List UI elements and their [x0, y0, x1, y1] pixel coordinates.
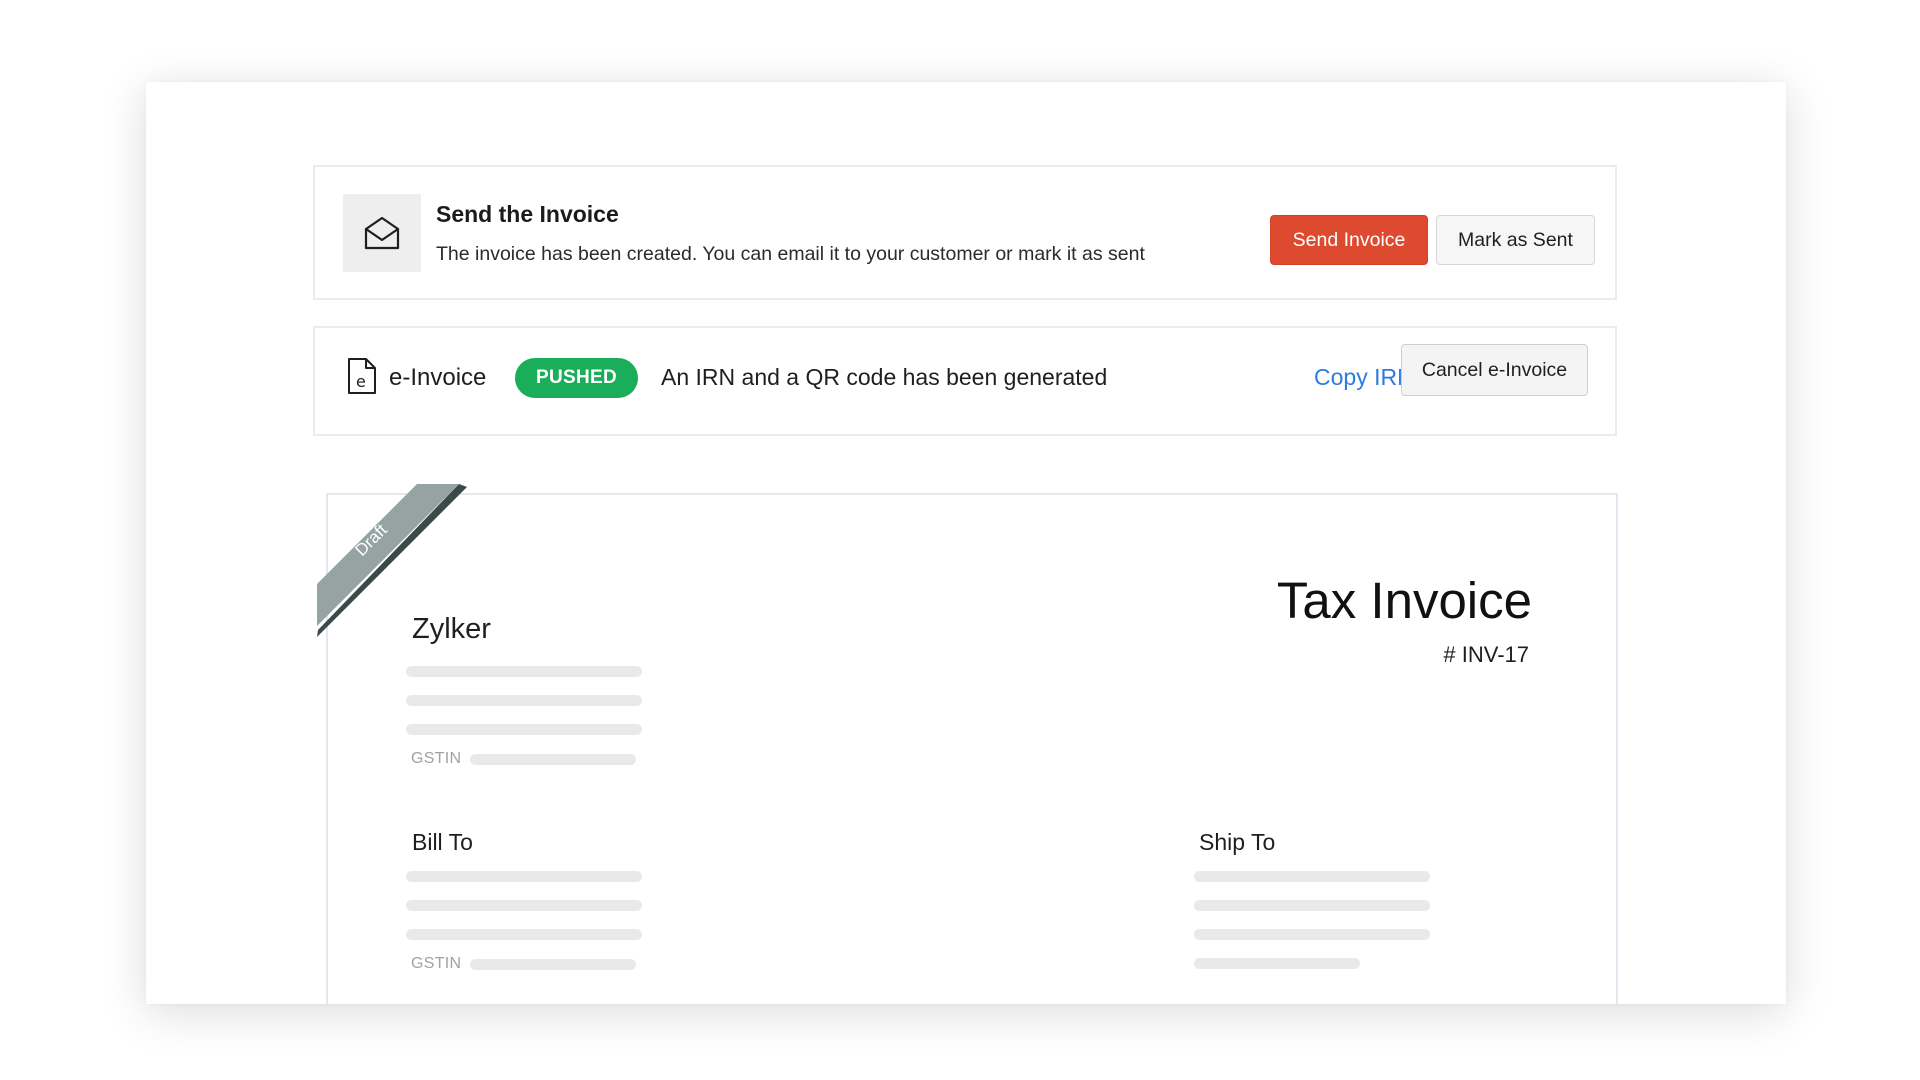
bill-to-placeholder-line — [406, 871, 642, 882]
ship-to-label: Ship To — [1199, 829, 1276, 855]
ship-to-placeholder-line — [1194, 929, 1430, 940]
e-invoice-document-icon: e — [348, 358, 376, 394]
send-invoice-title: Send the Invoice — [436, 201, 619, 227]
invoice-document: Zylker GSTIN Tax Invoice # INV-17 Bill T… — [326, 493, 1618, 1004]
svg-text:e: e — [356, 372, 366, 391]
copy-irn-link[interactable]: Copy IRN — [1314, 364, 1414, 391]
e-invoice-label: e-Invoice — [389, 364, 487, 391]
e-invoice-banner: e e-Invoice PUSHED An IRN and a QR code … — [313, 326, 1617, 436]
send-invoice-description: The invoice has been created. You can em… — [436, 243, 1145, 265]
envelope-open-icon — [343, 194, 421, 272]
gstin-placeholder — [470, 754, 636, 765]
draft-ribbon: Draft — [317, 484, 467, 637]
gstin-label: GSTIN — [411, 750, 462, 767]
invoice-title: Tax Invoice — [1276, 572, 1532, 629]
mark-as-sent-button[interactable]: Mark as Sent — [1436, 215, 1595, 265]
send-invoice-button[interactable]: Send Invoice — [1270, 215, 1428, 265]
address-placeholder-line — [406, 724, 642, 735]
send-invoice-banner: Send the Invoice The invoice has been cr… — [313, 165, 1617, 300]
bill-to-label: Bill To — [412, 829, 473, 855]
status-badge: PUSHED — [515, 358, 638, 398]
e-invoice-message: An IRN and a QR code has been generated — [661, 364, 1108, 390]
bill-to-placeholder-line — [406, 929, 642, 940]
address-placeholder-line — [406, 666, 642, 677]
invoice-number: # INV-17 — [1443, 642, 1529, 667]
ship-to-placeholder-line — [1194, 900, 1430, 911]
gstin-label: GSTIN — [411, 955, 462, 972]
ship-to-placeholder-line — [1194, 871, 1430, 882]
bill-to-placeholder-line — [406, 900, 642, 911]
app-window: Send the Invoice The invoice has been cr… — [146, 82, 1786, 1004]
address-placeholder-line — [406, 695, 642, 706]
gstin-placeholder — [470, 959, 636, 970]
ship-to-placeholder-line — [1194, 958, 1360, 969]
cancel-e-invoice-button[interactable]: Cancel e-Invoice — [1401, 344, 1588, 396]
